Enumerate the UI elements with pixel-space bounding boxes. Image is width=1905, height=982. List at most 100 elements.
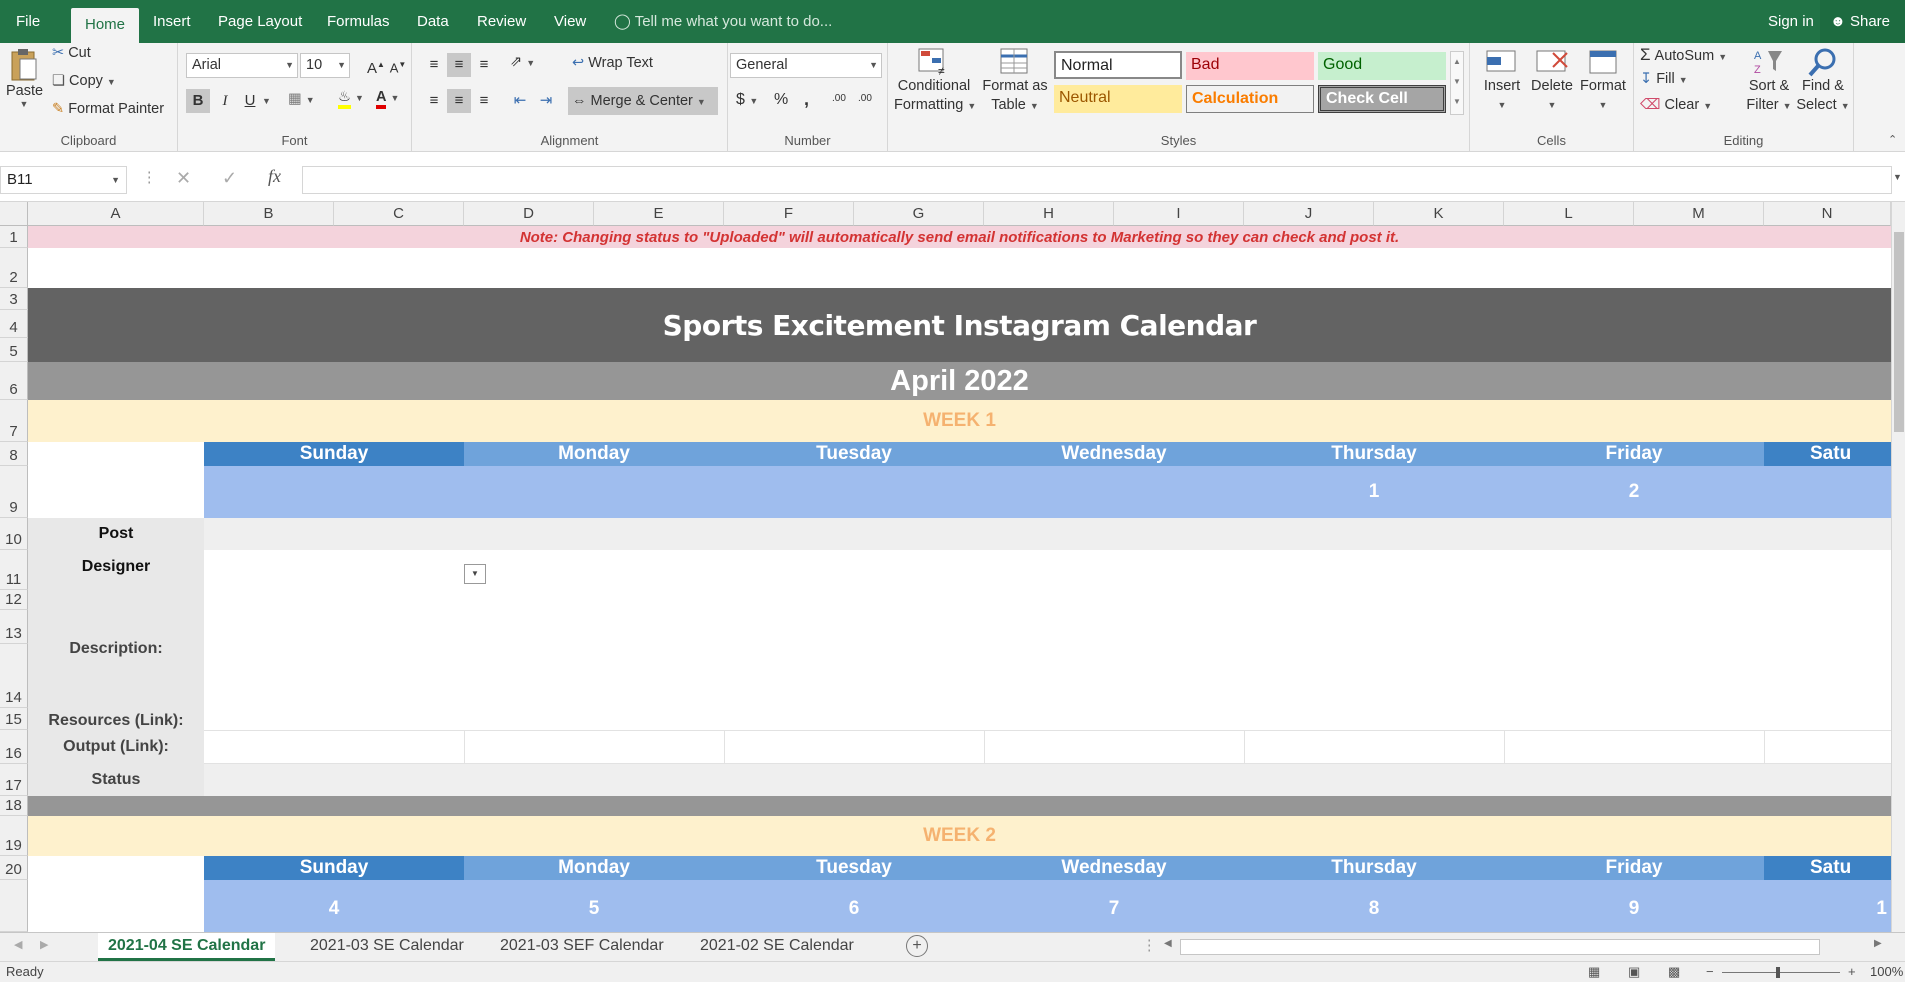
font-name-select[interactable]: Arial ▼ xyxy=(186,53,298,78)
zoom-in-icon[interactable]: + xyxy=(1848,962,1856,982)
day-monday[interactable]: Monday xyxy=(464,442,724,466)
row-header-15[interactable]: 15 xyxy=(0,708,28,730)
sheet-tab-2021-03-se[interactable]: 2021-03 SE Calendar xyxy=(300,933,474,961)
label-description[interactable]: Description: xyxy=(28,590,204,708)
day-monday[interactable]: Monday xyxy=(464,856,724,880)
shrink-font-button[interactable]: A▼ xyxy=(386,53,410,77)
day-thursday[interactable]: Thursday xyxy=(1244,442,1504,466)
date-cell[interactable]: 1 xyxy=(1764,898,1891,920)
day-saturday[interactable]: Satu xyxy=(1764,856,1891,880)
col-header-c[interactable]: C xyxy=(334,202,464,226)
wrap-text-button[interactable]: ↩ Wrap Text xyxy=(572,55,653,71)
col-header-f[interactable]: F xyxy=(724,202,854,226)
row-header-14[interactable]: 14 xyxy=(0,644,28,708)
borders-button[interactable]: ▦ ▼ xyxy=(288,91,315,107)
page-layout-view-icon[interactable]: ▣ xyxy=(1628,962,1640,982)
sheet-tab-2021-04-se[interactable]: 2021-04 SE Calendar xyxy=(98,933,276,961)
currency-button[interactable]: $ ▼ xyxy=(736,91,758,109)
label-post[interactable]: Post xyxy=(28,518,204,550)
status-row[interactable] xyxy=(204,764,1891,796)
tab-file[interactable]: File xyxy=(2,0,54,43)
col-header-a[interactable]: A xyxy=(28,202,204,226)
row-header-11[interactable]: 11 xyxy=(0,550,28,590)
new-sheet-plus-icon[interactable]: + xyxy=(906,935,928,957)
font-color-button[interactable]: A ▼ xyxy=(376,89,399,109)
sheet-tab-2021-03-sef[interactable]: 2021-03 SEF Calendar xyxy=(490,933,674,961)
date-cell[interactable]: 8 xyxy=(1244,898,1504,920)
hscroll-left-icon[interactable]: ◀ xyxy=(1164,938,1172,949)
underline-button[interactable]: U xyxy=(238,89,262,113)
col-header-i[interactable]: I xyxy=(1114,202,1244,226)
day-tuesday[interactable]: Tuesday xyxy=(724,856,984,880)
styles-gallery-scroll[interactable]: ▲ ▼ ▼ xyxy=(1450,51,1464,115)
date-cell[interactable]: 7 xyxy=(984,898,1244,920)
month-header[interactable]: April 2022 xyxy=(28,362,1891,400)
autosum-button[interactable]: Σ AutoSum ▼ xyxy=(1640,45,1727,65)
tab-view[interactable]: View xyxy=(540,0,600,43)
increase-indent-icon[interactable]: ⇥ xyxy=(534,89,558,113)
row-header-13[interactable]: 13 xyxy=(0,610,28,644)
enter-icon[interactable]: ✓ xyxy=(222,168,237,189)
row-header-2[interactable]: 2 xyxy=(0,248,28,288)
format-painter-button[interactable]: ✎ Format Painter xyxy=(52,101,164,117)
tell-me-search[interactable]: ◯ Tell me what you want to do... xyxy=(614,0,832,43)
sheet-tab-2021-02-se[interactable]: 2021-02 SE Calendar xyxy=(690,933,864,961)
day-friday[interactable]: Friday xyxy=(1504,442,1764,466)
col-header-n[interactable]: N xyxy=(1764,202,1891,226)
decrease-indent-icon[interactable]: ⇤ xyxy=(508,89,532,113)
row-header-3[interactable]: 3 xyxy=(0,288,28,310)
week-1-header[interactable]: WEEK 1 xyxy=(28,400,1891,442)
decrease-decimal-button[interactable]: .00 xyxy=(858,93,872,104)
date-cell[interactable]: 2 xyxy=(1504,466,1764,518)
date-cell[interactable]: 4 xyxy=(204,898,464,920)
align-bottom-icon[interactable]: ≡ xyxy=(472,53,496,77)
date-cell[interactable]: 1 xyxy=(1244,466,1504,518)
row-header-12[interactable]: 12 xyxy=(0,590,28,610)
worksheet-grid[interactable]: A B C D E F G H I J K L M N 1 2 3 4 5 6 … xyxy=(0,202,1905,932)
paste-button[interactable]: Paste ▼ xyxy=(6,47,43,109)
col-header-m[interactable]: M xyxy=(1634,202,1764,226)
row-header-8[interactable]: 8 xyxy=(0,442,28,466)
italic-button[interactable]: I xyxy=(213,89,237,113)
vertical-scroll-thumb[interactable] xyxy=(1894,232,1904,432)
sort-filter-button[interactable]: AZ Sort & Filter ▼ xyxy=(1744,47,1794,116)
scroll-tabs-left-icon[interactable]: ◀ xyxy=(14,938,22,951)
week-2-header[interactable]: WEEK 2 xyxy=(28,816,1891,856)
style-normal[interactable]: Normal xyxy=(1054,51,1182,79)
day-friday[interactable]: Friday xyxy=(1504,856,1764,880)
tab-data[interactable]: Data xyxy=(403,0,463,43)
zoom-slider-thumb[interactable] xyxy=(1776,967,1780,978)
number-format-select[interactable]: General ▼ xyxy=(730,53,882,78)
orientation-button[interactable]: ⇗ ▼ xyxy=(510,54,535,70)
tab-page-layout[interactable]: Page Layout xyxy=(204,0,316,43)
align-middle-icon[interactable]: ≡ xyxy=(447,53,471,77)
zoom-out-icon[interactable]: − xyxy=(1706,962,1714,982)
zoom-slider[interactable] xyxy=(1722,972,1840,973)
conditional-formatting-button[interactable]: ≠ Conditional Formatting ▼ xyxy=(894,47,976,116)
col-header-b[interactable]: B xyxy=(204,202,334,226)
row-header-21[interactable] xyxy=(0,880,28,932)
calendar-title[interactable]: Sports Excitement Instagram Calendar xyxy=(28,288,1891,362)
increase-decimal-button[interactable]: .00 xyxy=(832,93,846,104)
style-bad[interactable]: Bad xyxy=(1186,52,1314,80)
delete-cells-button[interactable]: Delete ▼ xyxy=(1528,47,1576,115)
page-break-view-icon[interactable]: ▩ xyxy=(1668,962,1680,982)
col-header-l[interactable]: L xyxy=(1504,202,1634,226)
format-as-table-button[interactable]: Format as Table ▼ xyxy=(980,47,1050,116)
day-tuesday[interactable]: Tuesday xyxy=(724,442,984,466)
align-left-icon[interactable]: ≡ xyxy=(422,89,446,113)
row-header-9[interactable]: 9 xyxy=(0,466,28,518)
zoom-level[interactable]: 100% xyxy=(1870,962,1903,982)
align-right-icon[interactable]: ≡ xyxy=(472,89,496,113)
name-box[interactable]: B11 ▼ xyxy=(0,166,127,194)
format-cells-button[interactable]: Format ▼ xyxy=(1578,47,1628,115)
insert-function-icon[interactable]: fx xyxy=(268,166,281,187)
post-row[interactable] xyxy=(204,518,1891,550)
row-header-18[interactable]: 18 xyxy=(0,796,28,816)
style-check-cell[interactable]: Check Cell xyxy=(1318,85,1446,113)
day-sunday[interactable]: Sunday xyxy=(204,442,464,466)
row-header-7[interactable]: 7 xyxy=(0,400,28,442)
date-cell[interactable]: 6 xyxy=(724,898,984,920)
col-header-j[interactable]: J xyxy=(1244,202,1374,226)
merge-center-button[interactable]: ⇔ Merge & Center ▼ xyxy=(568,87,718,115)
